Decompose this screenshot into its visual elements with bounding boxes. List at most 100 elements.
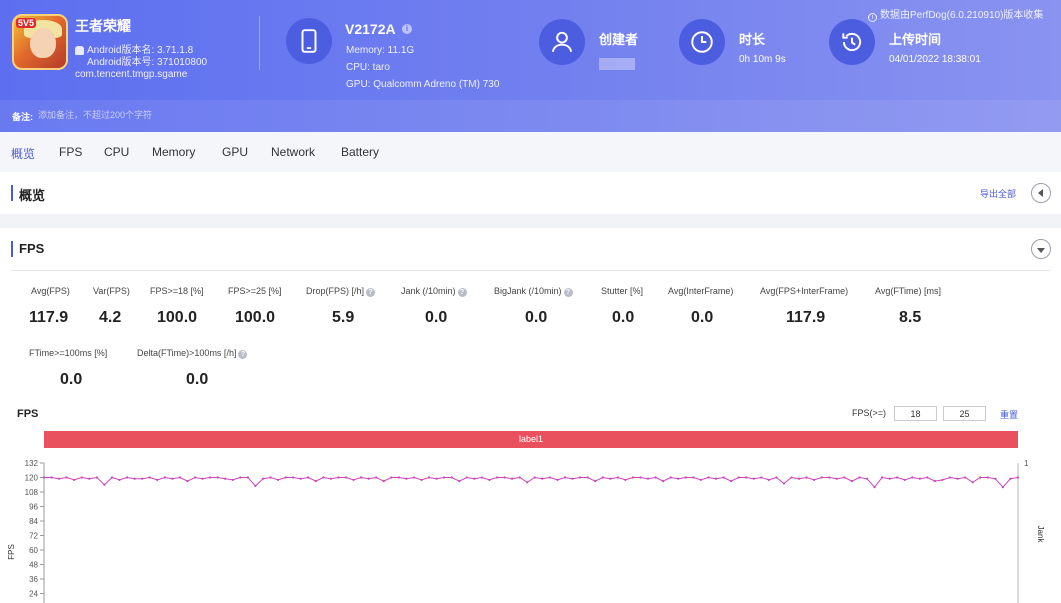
fps-data-point — [186, 480, 189, 483]
fps-data-point — [80, 476, 83, 479]
version-note-text: 数据由PerfDog(6.0.210910)版本收集 — [880, 10, 1044, 21]
stat-label-text: BigJank (/10min) — [494, 286, 562, 296]
fps-data-point — [662, 480, 665, 483]
stat-label-text: FTime>=100ms [%] — [29, 348, 108, 358]
app-icon: 5V5 — [12, 14, 68, 70]
fps-threshold-high-input[interactable] — [943, 406, 986, 421]
collapse-down-button[interactable] — [1031, 239, 1051, 259]
overview-marker — [11, 185, 13, 201]
fps-data-point — [125, 476, 129, 479]
stat-label-text: Jank (/10min) — [401, 286, 456, 296]
tab-memory[interactable]: Memory — [152, 145, 195, 159]
y-tick-label: 36 — [29, 575, 38, 584]
chart-y-ticks: 24 36 48 60 72 84 96 108 120 132 — [25, 459, 39, 599]
app-icon-face — [30, 28, 56, 58]
fps-data-point — [639, 476, 642, 479]
fps-data-point — [1001, 486, 1004, 489]
fps-data-point — [609, 477, 612, 480]
fps-data-point — [103, 483, 106, 486]
fps-data-point — [178, 476, 182, 479]
chart-y-axis-label: FPS — [7, 544, 16, 560]
fps-data-point — [556, 478, 559, 482]
fps-data-point — [473, 477, 476, 480]
fps-data-point — [684, 476, 687, 479]
overview-title: 概览 — [19, 188, 46, 203]
fps-divider — [11, 270, 1050, 271]
fps-data-point — [1016, 476, 1020, 479]
fps-data-point — [586, 476, 589, 479]
fps-data-point — [148, 476, 151, 479]
tab-overview[interactable]: 概览 — [11, 145, 35, 162]
stat-label-text: Avg(InterFrame) — [668, 286, 734, 296]
fps-data-point — [193, 476, 197, 479]
tab-network[interactable]: Network — [271, 145, 315, 159]
y-tick-label: 24 — [29, 590, 38, 599]
app-package: com.tencent.tmgp.sgame — [75, 69, 188, 80]
fps-data-point — [669, 476, 672, 479]
remark-input[interactable] — [38, 108, 238, 122]
tab-gpu[interactable]: GPU — [222, 145, 248, 159]
fps-data-point — [616, 476, 619, 479]
fps-data-point — [850, 480, 853, 483]
fps-data-point — [518, 476, 521, 479]
fps-data-point — [775, 476, 778, 479]
app-version-code: Android版本号: 371010800 — [87, 57, 208, 68]
help-icon[interactable]: ? — [238, 350, 248, 359]
fps-data-point — [367, 477, 370, 480]
header-divider — [259, 16, 260, 70]
device-info-icon[interactable]: i — [402, 24, 412, 34]
tab-cpu[interactable]: CPU — [104, 145, 129, 159]
fps-data-point — [269, 476, 272, 479]
fps-data-point — [835, 477, 838, 480]
fps-data-point — [1009, 477, 1012, 480]
fps-data-point — [805, 476, 808, 479]
fps-data-point — [488, 478, 491, 482]
reset-link[interactable]: 重置 — [1000, 408, 1018, 421]
fps-data-point — [797, 477, 801, 480]
fps-data-point — [601, 476, 604, 479]
tab-battery[interactable]: Battery — [341, 145, 379, 159]
fps-data-point — [450, 476, 453, 479]
fps-data-point — [707, 476, 710, 479]
device-memory: Memory: 11.1G — [346, 45, 415, 56]
fps-data-point — [782, 482, 786, 485]
info-icon: i — [868, 13, 877, 22]
help-icon[interactable]: ? — [563, 288, 573, 297]
fps-data-point — [578, 476, 582, 479]
stat-label: Delta(FTime)>100ms [/h]? — [137, 348, 248, 359]
fps-data-point — [322, 476, 325, 479]
chevron-down-icon — [1037, 247, 1045, 253]
fps-threshold-low-input[interactable] — [894, 406, 937, 421]
fps-data-point — [722, 476, 725, 479]
fps-data-point — [118, 478, 121, 482]
fps-data-point — [654, 476, 657, 479]
fps-data-point — [337, 476, 340, 479]
fps-data-point — [646, 477, 650, 480]
fps-data-point — [986, 476, 989, 479]
fps-data-point — [533, 476, 536, 479]
fps-data-point — [95, 476, 98, 479]
export-all-link[interactable]: 导出全部 — [980, 187, 1016, 200]
label-bar[interactable]: label1 — [44, 431, 1018, 448]
tab-fps[interactable]: FPS — [59, 145, 82, 159]
help-icon[interactable]: ? — [457, 288, 467, 297]
stat-label: Var(FPS) — [93, 286, 130, 296]
stat-label: BigJank (/10min)? — [494, 286, 573, 297]
stat-label: Stutter [%] — [601, 286, 643, 296]
collapse-left-button[interactable] — [1031, 183, 1051, 203]
upload-time-value: 04/01/2022 18:38:01 — [889, 54, 981, 65]
app-icon-badge: 5V5 — [16, 18, 37, 28]
duration-label: 时长 — [739, 32, 766, 47]
y-tick-label: 60 — [29, 546, 38, 555]
y-tick-label: 48 — [29, 561, 38, 570]
stat-label: FPS>=25 [%] — [228, 286, 282, 296]
device-cpu: CPU: taro — [346, 62, 390, 73]
stat-value: 0.0 — [525, 309, 548, 326]
fps-data-point — [352, 478, 355, 482]
section-gap — [0, 214, 1061, 228]
fps-data-point — [714, 477, 718, 480]
stat-value: 0.0 — [425, 309, 448, 326]
fps-data-point — [873, 486, 876, 489]
help-icon[interactable]: ? — [366, 288, 376, 297]
chevron-left-icon — [1038, 189, 1043, 197]
